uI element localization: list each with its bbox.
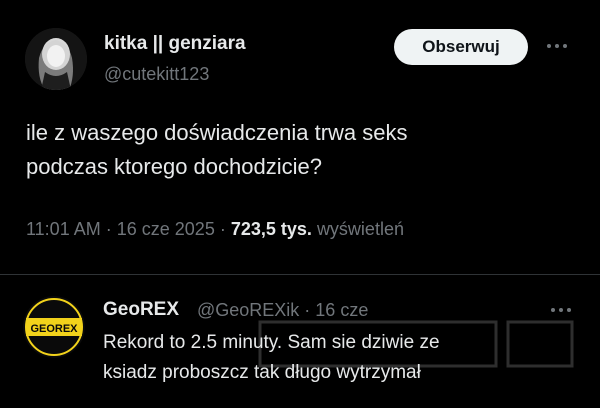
more-horizontal-icon[interactable]: [542, 36, 572, 56]
reply-text-line: ksiadz proboszcz tak długo wytrzymał: [103, 362, 421, 383]
author-display-name[interactable]: kitka || genziara: [104, 33, 246, 55]
tweet-text: ile z waszego doświadczenia trwa seks po…: [26, 116, 566, 184]
reply-avatar[interactable]: GEOREX: [23, 296, 85, 358]
tweet-meta: 11:01 AM · 16 cze 2025 · 723,5 tys. wyśw…: [26, 219, 404, 240]
divider: [0, 274, 600, 275]
author-avatar[interactable]: [25, 28, 87, 90]
follow-button[interactable]: Obserwuj: [394, 29, 528, 65]
meta-separator: ·: [219, 219, 226, 239]
reply-text: Rekord to 2.5 minuty. Sam sie dziwie ze …: [103, 328, 573, 388]
author-handle[interactable]: @cutekitt123: [104, 64, 209, 85]
tweet-date[interactable]: 16 cze 2025: [117, 219, 215, 239]
reply-display-name[interactable]: GeoREX: [103, 299, 179, 321]
reply-handle-date[interactable]: @GeoREXik · 16 cze: [197, 300, 368, 321]
meta-separator: ·: [105, 219, 112, 239]
views-count: 723,5 tys.: [230, 219, 312, 239]
tweet-text-line: ile z waszego doświadczenia trwa seks: [26, 120, 408, 145]
views-label: wyświetleń: [316, 219, 404, 239]
more-horizontal-icon[interactable]: [546, 302, 576, 318]
reply-text-line: Rekord to 2.5 minuty. Sam sie dziwie ze: [103, 332, 440, 353]
georex-logo-text: GEOREX: [30, 323, 78, 335]
tweet-time[interactable]: 11:01 AM: [26, 219, 101, 239]
tweet-text-line: podczas ktorego dochodzicie?: [26, 154, 322, 179]
